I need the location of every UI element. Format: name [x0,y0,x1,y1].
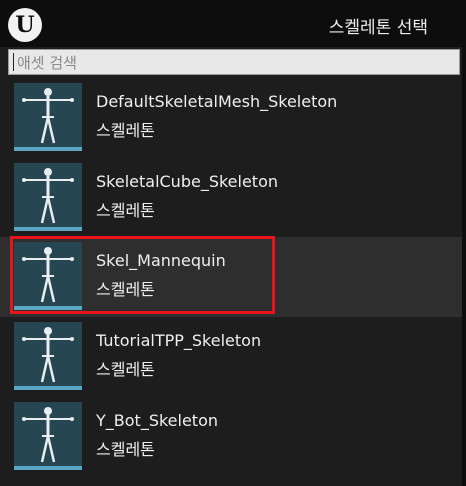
window-edge [462,47,466,486]
skeleton-thumbnail-icon [14,242,82,310]
text-caret [13,53,14,71]
unreal-logo-icon: U [8,8,42,42]
skeleton-bone [44,168,52,176]
skeleton-bone [70,98,74,102]
skeleton-bone [40,196,50,224]
skeleton-bone [40,435,50,463]
asset-name: DefaultSkeletalMesh_Skeleton [96,92,338,111]
skeleton-bone [22,178,26,182]
title-bar: U 스켈레톤 선택 [0,0,466,47]
skeleton-thumbnail-icon [14,402,82,470]
skeleton-figure [22,168,74,224]
asset-name: SkeletalCube_Skeleton [96,172,279,191]
list-item-skel-mannequin[interactable]: Skel_Mannequin 스켈레톤 [0,237,466,317]
skeleton-figure [22,407,74,463]
skeleton-bone [22,257,26,261]
asset-name: Y_Bot_Skeleton [96,411,218,430]
skeleton-bone [70,337,74,341]
search-input[interactable] [15,51,459,75]
skeleton-bone [70,417,74,421]
list-item-skeletal-cube-skeleton[interactable]: SkeletalCube_Skeleton 스켈레톤 [0,158,466,238]
list-item-default-skeletal-mesh-skeleton[interactable]: DefaultSkeletalMesh_Skeleton 스켈레톤 [0,78,466,158]
list-item-y-bot-skeleton[interactable]: Y_Bot_Skeleton 스켈레톤 [0,397,466,477]
asset-type: 스켈레톤 [96,201,155,220]
skeleton-bone [46,275,56,303]
skeleton-bone [22,98,26,102]
asset-type: 스켈레톤 [96,360,155,379]
list-item-tutorial-tpp-skeleton[interactable]: TutorialTPP_Skeleton 스켈레톤 [0,317,466,397]
skeleton-bone [40,275,50,303]
skeleton-figure [22,247,74,303]
skeleton-bone [44,327,52,335]
skeleton-thumbnail-icon [14,163,82,231]
skeleton-bone [22,337,26,341]
skeleton-bone [44,247,52,255]
skeleton-bone [22,417,26,421]
skeleton-bone [46,196,56,224]
asset-name: TutorialTPP_Skeleton [96,331,262,350]
search-box[interactable] [8,49,460,75]
skeleton-thumbnail-icon [14,322,82,390]
skeleton-bone [40,116,50,144]
skeleton-thumbnail-icon [14,83,82,151]
skeleton-bone [46,435,56,463]
logo-letter: U [15,12,35,38]
skeleton-bone [44,407,52,415]
skeleton-bone [70,257,74,261]
skeleton-bone [44,88,52,96]
asset-type: 스켈레톤 [96,280,155,299]
skeleton-figure [22,88,74,144]
asset-list[interactable]: DefaultSkeletalMesh_Skeleton 스켈레톤 Skelet… [0,78,466,486]
skeleton-bone [46,116,56,144]
skeleton-bone [46,355,56,383]
skeleton-figure [22,327,74,383]
asset-type: 스켈레톤 [96,440,155,459]
skeleton-bone [40,355,50,383]
skeleton-bone [70,178,74,182]
asset-type: 스켈레톤 [96,121,155,140]
asset-name: Skel_Mannequin [96,251,226,270]
window-title: 스켈레톤 선택 [328,18,428,38]
